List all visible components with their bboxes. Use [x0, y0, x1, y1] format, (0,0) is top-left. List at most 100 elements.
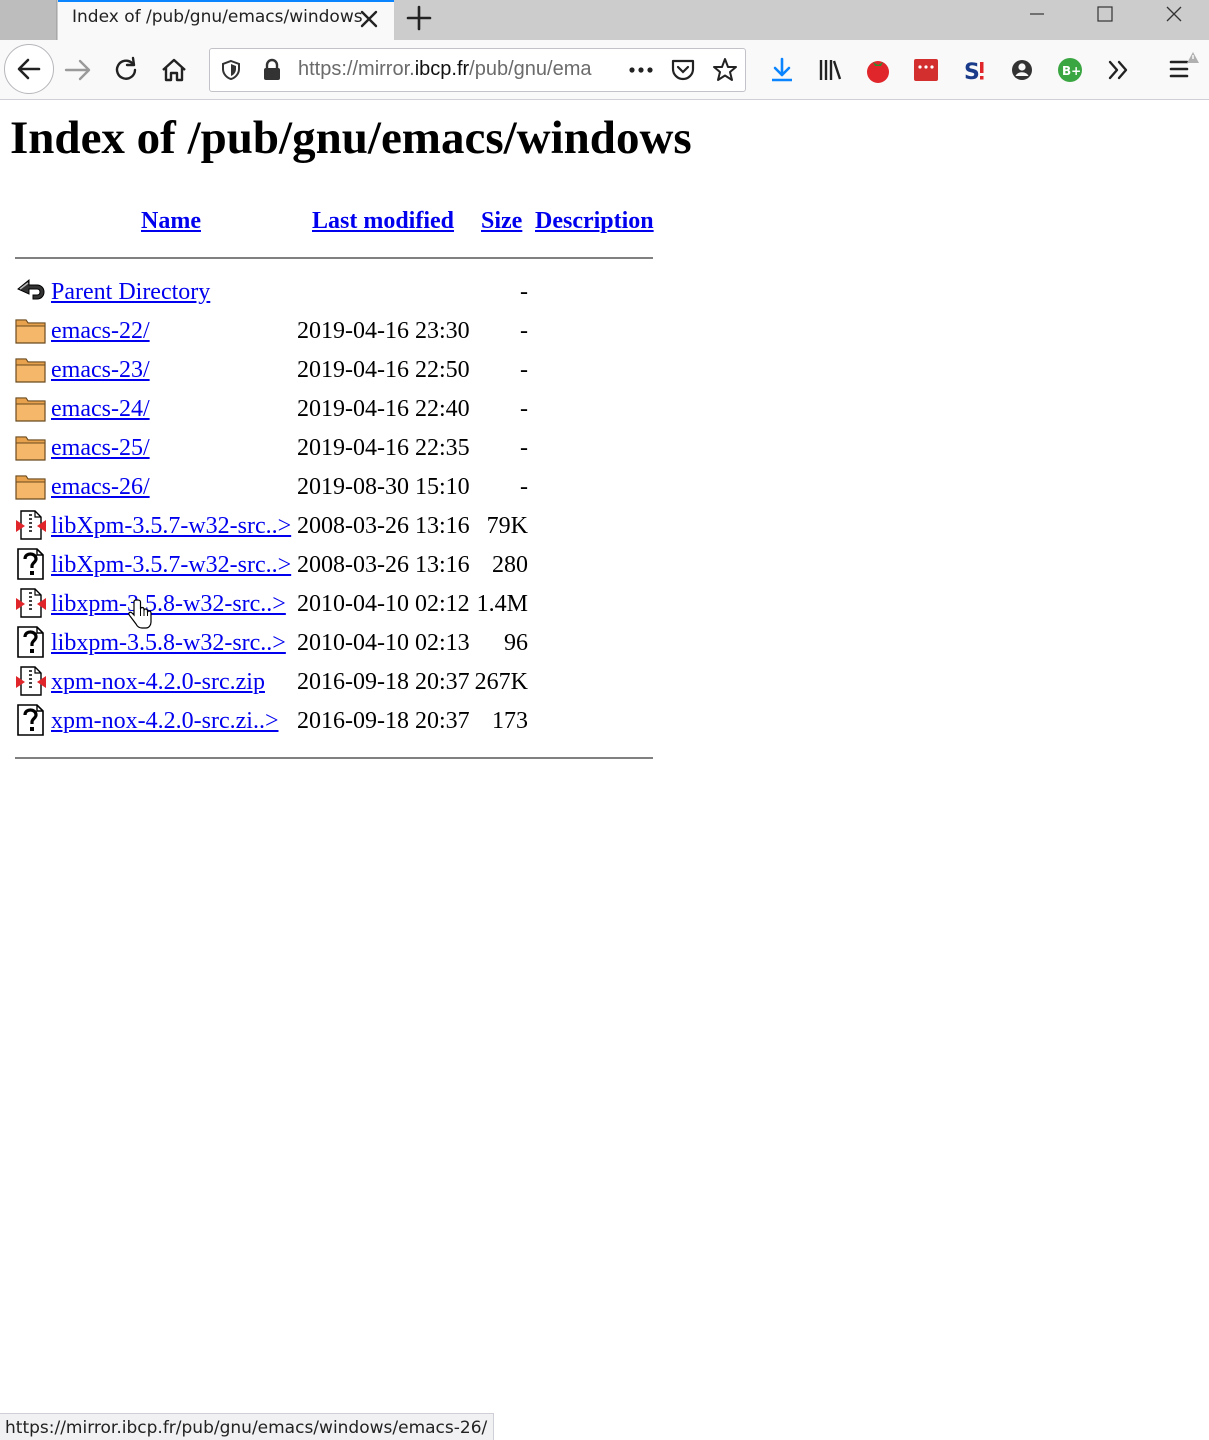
address-bar[interactable]: https://mirror.ibcp.fr/pub/gnu/ema	[209, 48, 746, 92]
file-name-link[interactable]: libxpm-3.5.8-w32-src..>	[51, 630, 286, 657]
description-column-header-link[interactable]: Description	[535, 208, 654, 235]
page-actions-icon[interactable]	[627, 60, 655, 80]
svg-text:B+: B+	[1062, 64, 1081, 78]
tab-strip: Index of /pub/gnu/emacs/windows	[0, 0, 1209, 40]
page-title: Index of /pub/gnu/emacs/windows	[10, 112, 692, 164]
last-modified-cell: 2010-04-10 02:13	[297, 630, 470, 656]
table-row: libxpm-3.5.8-w32-src..> 2010-04-10 02:12 1…	[0, 587, 700, 626]
unknown-file-icon[interactable]	[15, 626, 47, 658]
last-modified-cell: 2019-04-16 22:40	[297, 396, 470, 422]
b-plus-extension-icon[interactable]: B+	[1056, 56, 1084, 84]
menu-icon[interactable]	[1166, 52, 1206, 86]
size-cell: -	[520, 474, 528, 500]
file-name-link[interactable]: xpm-nox-4.2.0-src.zip	[51, 669, 265, 696]
parent-directory-row: Parent Directory -	[0, 275, 700, 314]
size-cell: 280	[492, 552, 528, 578]
size-column-header-link[interactable]: Size	[481, 208, 522, 235]
last-modified-cell: 2008-03-26 13:16	[297, 513, 470, 539]
compressed-icon[interactable]	[15, 509, 47, 541]
folder-icon[interactable]	[15, 431, 47, 463]
folder-icon[interactable]	[15, 470, 47, 502]
file-name-link[interactable]: libXpm-3.5.7-w32-src..>	[51, 552, 291, 579]
library-icon[interactable]	[816, 56, 844, 84]
maximize-icon[interactable]	[1075, 0, 1135, 32]
table-row: xpm-nox-4.2.0-src.zi..> 2016-09-18 20:37 1…	[0, 704, 700, 743]
last-modified-cell: 2019-08-30 15:10	[297, 474, 470, 500]
file-name-link[interactable]: xpm-nox-4.2.0-src.zi..>	[51, 708, 278, 735]
s-extension-icon[interactable]: S	[960, 56, 988, 84]
size-cell: 1.4M	[476, 591, 528, 617]
table-row: libXpm-3.5.7-w32-src..> 2008-03-26 13:16 2…	[0, 548, 700, 587]
home-icon[interactable]	[154, 50, 194, 90]
name-column-header-link[interactable]: Name	[141, 208, 201, 235]
active-tab[interactable]: Index of /pub/gnu/emacs/windows	[58, 0, 394, 40]
tomato-timer-icon[interactable]	[864, 56, 892, 84]
shield-icon[interactable]	[220, 59, 242, 81]
size-cell: 267K	[474, 669, 528, 695]
folder-icon[interactable]	[15, 314, 47, 346]
table-row: xpm-nox-4.2.0-src.zip 2016-09-18 20:37 267…	[0, 665, 700, 704]
forward-arrow-icon[interactable]	[58, 50, 98, 90]
account-icon[interactable]	[1008, 56, 1036, 84]
reload-icon[interactable]	[106, 50, 146, 90]
new-tab-icon[interactable]	[403, 2, 435, 34]
compressed-icon[interactable]	[15, 587, 47, 619]
navigation-toolbar: https://mirror.ibcp.fr/pub/gnu/ema S B+	[0, 40, 1209, 100]
lock-icon[interactable]	[260, 58, 284, 82]
last-modified-column-header-link[interactable]: Last modified	[312, 208, 454, 235]
table-row: emacs-25/2019-04-16 22:35 -	[0, 431, 700, 470]
size-cell: 173	[492, 708, 528, 734]
last-modified-cell: 2016-09-18 20:37	[297, 708, 470, 734]
close-tab-icon[interactable]	[356, 6, 382, 32]
size-cell: -	[520, 318, 528, 344]
file-name-link[interactable]: libxpm-3.5.8-w32-src..>	[51, 591, 286, 618]
extension-red-icon[interactable]	[912, 56, 940, 84]
file-name-link[interactable]: emacs-24/	[51, 396, 150, 423]
top-divider	[15, 257, 653, 259]
overflow-chevrons-icon[interactable]	[1105, 56, 1133, 84]
back-icon[interactable]	[15, 275, 47, 307]
unknown-file-icon[interactable]	[15, 704, 47, 736]
file-name-link[interactable]: libXpm-3.5.7-w32-src..>	[51, 513, 291, 540]
url-prefix: https://mirror.	[298, 58, 415, 80]
url-text[interactable]: https://mirror.ibcp.fr/pub/gnu/ema	[298, 58, 618, 81]
table-row: libXpm-3.5.7-w32-src..> 2008-03-26 13:16 7…	[0, 509, 700, 548]
size-cell: 96	[504, 630, 528, 656]
pocket-icon[interactable]	[670, 58, 696, 82]
svg-text:S: S	[964, 60, 980, 84]
unknown-file-icon[interactable]	[15, 548, 47, 580]
size-cell: -	[520, 396, 528, 422]
file-name-link[interactable]: emacs-22/	[51, 318, 150, 345]
url-domain: ibcp.fr	[414, 58, 470, 80]
close-window-icon[interactable]	[1144, 0, 1204, 32]
folder-icon[interactable]	[15, 353, 47, 385]
back-arrow-icon	[17, 58, 41, 80]
table-row: emacs-24/2019-04-16 22:40 -	[0, 392, 700, 431]
tab-strip-spacer	[0, 0, 57, 40]
table-row: emacs-22/2019-04-16 23:30 -	[0, 314, 700, 353]
table-row: emacs-23/2019-04-16 22:50 -	[0, 353, 700, 392]
table-row: libxpm-3.5.8-w32-src..> 2010-04-10 02:13 9…	[0, 626, 700, 665]
file-name-link[interactable]: emacs-23/	[51, 357, 150, 384]
last-modified-cell: 2008-03-26 13:16	[297, 552, 470, 578]
file-name-link[interactable]: emacs-26/	[51, 474, 150, 501]
file-name-link[interactable]: emacs-25/	[51, 435, 150, 462]
compressed-icon[interactable]	[15, 665, 47, 697]
bottom-divider	[15, 757, 653, 759]
status-bar: https://mirror.ibcp.fr/pub/gnu/emacs/win…	[0, 1413, 495, 1440]
folder-icon[interactable]	[15, 392, 47, 424]
minimize-icon[interactable]	[1007, 0, 1067, 32]
downloads-icon[interactable]	[768, 56, 796, 84]
last-modified-cell: 2010-04-10 02:12	[297, 591, 470, 617]
bookmark-star-icon[interactable]	[712, 57, 738, 83]
last-modified-cell: 2019-04-16 22:35	[297, 435, 470, 461]
table-row: emacs-26/2019-08-30 15:10 -	[0, 470, 700, 509]
last-modified-cell: 2019-04-16 22:50	[297, 357, 470, 383]
size-cell: 79K	[486, 513, 528, 539]
size-cell: -	[520, 435, 528, 461]
back-button[interactable]	[4, 44, 54, 94]
tab-title: Index of /pub/gnu/emacs/windows	[72, 7, 363, 27]
size-cell: -	[520, 357, 528, 383]
parent-directory-link[interactable]: Parent Directory	[51, 279, 210, 306]
hand-cursor-icon	[128, 599, 152, 629]
